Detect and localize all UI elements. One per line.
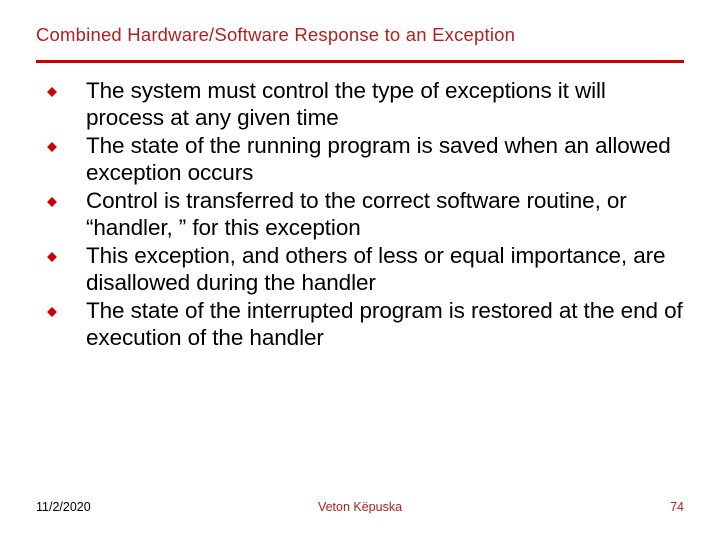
- slide: Combined Hardware/Software Response to a…: [0, 0, 720, 540]
- footer: 11/2/2020 Veton Këpuska 74: [36, 500, 684, 514]
- bullet-list: The system must control the type of exce…: [44, 77, 684, 351]
- diamond-bullet-icon: [46, 250, 58, 262]
- footer-author: Veton Këpuska: [318, 500, 402, 514]
- bullet-text: The system must control the type of exce…: [86, 77, 684, 132]
- footer-page-number: 74: [670, 500, 684, 514]
- diamond-bullet-icon: [46, 85, 58, 97]
- diamond-bullet-icon: [46, 195, 58, 207]
- slide-title: Combined Hardware/Software Response to a…: [36, 24, 684, 46]
- list-item: The state of the interrupted program is …: [44, 297, 684, 352]
- bullet-text: This exception, and others of less or eq…: [86, 242, 684, 297]
- diamond-bullet-icon: [46, 305, 58, 317]
- bullet-text: The state of the running program is save…: [86, 132, 684, 187]
- list-item: Control is transferred to the correct so…: [44, 187, 684, 242]
- list-item: The system must control the type of exce…: [44, 77, 684, 132]
- list-item: This exception, and others of less or eq…: [44, 242, 684, 297]
- content-area: The system must control the type of exce…: [36, 77, 684, 351]
- footer-date: 11/2/2020: [36, 500, 91, 514]
- bullet-text: The state of the interrupted program is …: [86, 297, 684, 352]
- list-item: The state of the running program is save…: [44, 132, 684, 187]
- diamond-bullet-icon: [46, 140, 58, 152]
- title-rule: [36, 60, 684, 63]
- bullet-text: Control is transferred to the correct so…: [86, 187, 684, 242]
